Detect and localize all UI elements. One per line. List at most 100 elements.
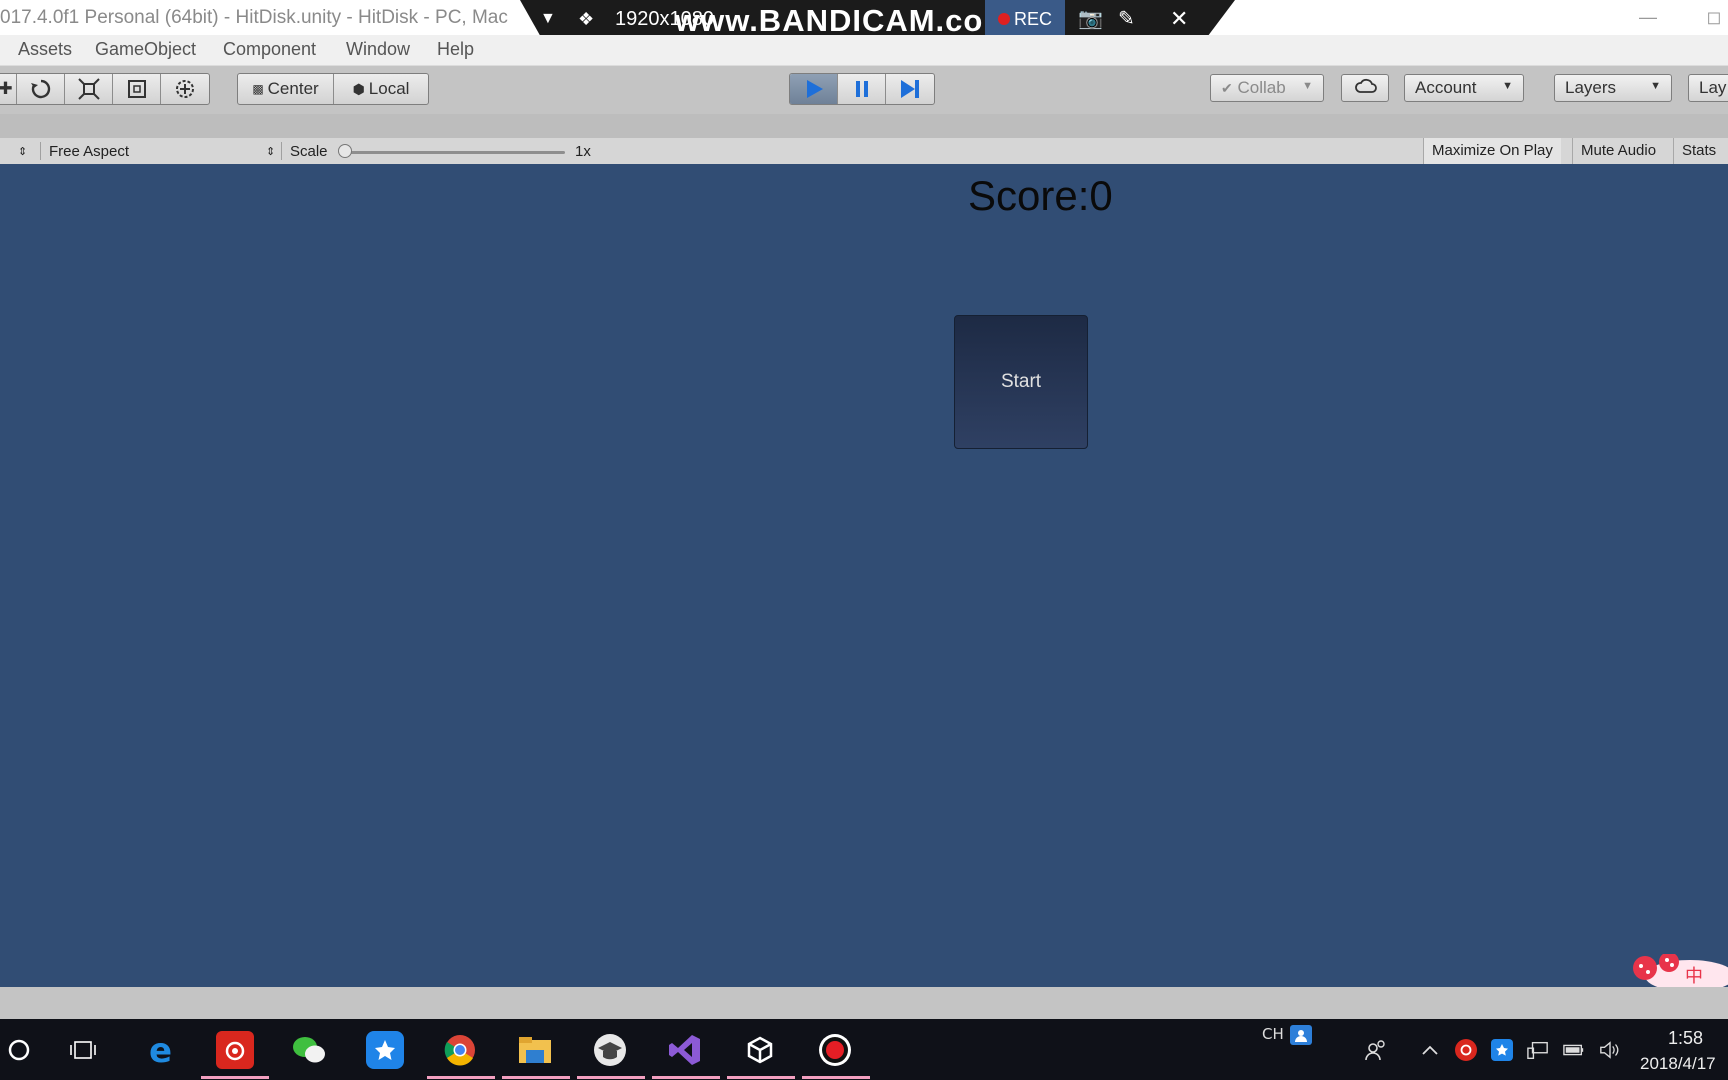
network-icon[interactable] xyxy=(1527,1039,1549,1061)
battery-icon[interactable] xyxy=(1563,1039,1585,1061)
space-local-button[interactable]: ⬢ Local xyxy=(334,74,428,104)
rec-label: REC xyxy=(1013,9,1052,29)
pivot-icon: ▩ xyxy=(252,82,264,96)
move-tool-icon[interactable]: ✚ xyxy=(0,74,17,104)
maximize-icon[interactable]: ◻ xyxy=(1696,4,1728,30)
pin-icon[interactable]: ❖ xyxy=(578,0,594,38)
cloud-button[interactable] xyxy=(1341,74,1389,102)
check-circle-icon: ✔ xyxy=(1221,80,1233,96)
scale-label: Scale xyxy=(290,143,328,160)
bandicam-icon[interactable] xyxy=(816,1031,854,1069)
cortana-icon[interactable] xyxy=(0,1031,38,1069)
chevron-up-icon[interactable] xyxy=(1419,1039,1441,1061)
close-icon[interactable]: ✕ xyxy=(1170,0,1188,38)
layers-dropdown[interactable]: Layers ▼ xyxy=(1554,74,1672,102)
layers-label: Layers xyxy=(1565,78,1617,97)
divider xyxy=(40,142,41,160)
rect-tool-icon[interactable] xyxy=(113,74,161,104)
cloud-icon xyxy=(1355,78,1377,93)
clock-time[interactable]: 1:58 xyxy=(1668,1028,1703,1049)
active-indicator xyxy=(201,1076,269,1079)
active-indicator xyxy=(427,1076,495,1079)
minimize-icon[interactable]: — xyxy=(1630,4,1666,30)
menu-assets[interactable]: Assets xyxy=(18,39,72,60)
clock-date[interactable]: 2018/4/17 xyxy=(1640,1054,1716,1074)
chevron-down-icon: ▼ xyxy=(1502,80,1513,92)
rotate-tool-icon[interactable] xyxy=(17,74,65,104)
window-title: 017.4.0f1 Personal (64bit) - HitDisk.uni… xyxy=(0,7,508,28)
transform-tool-icon[interactable] xyxy=(161,74,209,104)
layout-label: Lay xyxy=(1699,78,1727,97)
account-dropdown[interactable]: Account ▼ xyxy=(1404,74,1524,102)
collab-dropdown[interactable]: ✔ Collab ▼ xyxy=(1210,74,1324,102)
wechat-icon[interactable] xyxy=(290,1031,328,1069)
chevron-down-icon: ▼ xyxy=(1302,80,1313,92)
scale-slider-track[interactable] xyxy=(340,151,565,154)
active-indicator xyxy=(577,1076,645,1079)
step-icon[interactable] xyxy=(886,74,934,104)
rec-button[interactable]: REC xyxy=(985,0,1065,38)
people-icon[interactable] xyxy=(1365,1039,1387,1061)
cube-icon: ⬢ xyxy=(352,80,365,97)
unity-icon[interactable] xyxy=(741,1031,779,1069)
edu-icon[interactable] xyxy=(591,1031,629,1069)
pencil-icon[interactable]: ✎ xyxy=(1118,0,1135,38)
chrome-icon[interactable] xyxy=(441,1031,479,1069)
scale-slider-handle[interactable] xyxy=(338,144,352,158)
menu-gameobject[interactable]: GameObject xyxy=(95,39,196,60)
play-icon[interactable] xyxy=(790,74,838,104)
menu-component[interactable]: Component xyxy=(223,39,316,60)
netease-tray-icon[interactable] xyxy=(1455,1039,1477,1061)
volume-icon[interactable] xyxy=(1599,1039,1621,1061)
scale-tool-icon[interactable] xyxy=(65,74,113,104)
chevron-down-icon[interactable]: ▼ xyxy=(540,0,556,38)
pause-icon[interactable] xyxy=(838,74,886,104)
input-language-indicator[interactable]: CH xyxy=(1262,1025,1284,1043)
active-indicator xyxy=(802,1076,870,1079)
pivot-center-button[interactable]: ▩ Center xyxy=(238,74,334,104)
start-label: Start xyxy=(1000,371,1042,392)
svg-text:e: e xyxy=(149,1034,172,1066)
maximize-on-play-toggle[interactable]: Maximize On Play xyxy=(1423,138,1561,164)
collab-label: Collab xyxy=(1237,78,1286,97)
transform-tools: ✚ xyxy=(0,73,210,105)
display-dropdown-icon[interactable]: ⇕ xyxy=(18,145,27,158)
active-indicator xyxy=(727,1076,795,1079)
mute-audio-toggle[interactable]: Mute Audio xyxy=(1572,138,1664,164)
record-dot-icon xyxy=(997,13,1010,25)
aspect-dropdown[interactable]: Free Aspect xyxy=(49,143,129,160)
edge-icon[interactable]: e xyxy=(143,1031,181,1069)
pivot-space-group: ▩ Center ⬢ Local xyxy=(237,73,429,105)
toolbar: ✚ ▩Center ⬢Local xyxy=(0,66,1728,114)
layout-dropdown[interactable]: Lay xyxy=(1688,74,1728,102)
ime-mode-label: 中 xyxy=(1685,966,1703,987)
netease-music-icon[interactable] xyxy=(216,1031,254,1069)
game-viewport: Score:0 Start 中 xyxy=(0,164,1728,992)
space-label: Local xyxy=(368,79,410,98)
status-bar xyxy=(0,987,1728,1019)
start-button[interactable]: Start xyxy=(954,315,1088,449)
bandicam-overlay: ▼ ❖ 1920x1080 www.BANDICAM.com REC 📷 ✎ ✕ xyxy=(520,0,1235,38)
baidu-tray-icon[interactable] xyxy=(1491,1039,1513,1061)
menu-help[interactable]: Help xyxy=(437,39,474,60)
chevron-down-icon: ▼ xyxy=(1650,80,1661,92)
file-explorer-icon[interactable] xyxy=(516,1031,554,1069)
bow-icon xyxy=(1633,952,1728,992)
account-label: Account xyxy=(1415,78,1477,97)
task-view-icon[interactable] xyxy=(64,1031,102,1069)
play-controls xyxy=(789,73,935,105)
visual-studio-icon[interactable] xyxy=(666,1031,704,1069)
game-view-toolbar: ⇕ Free Aspect ⇕ Scale 1x Maximize On Pla… xyxy=(0,138,1728,165)
active-indicator xyxy=(502,1076,570,1079)
taskbar: e CH 1:58 2018/4/17 xyxy=(0,1019,1728,1080)
ime-widget[interactable]: 中 xyxy=(1625,952,1728,992)
pivot-label: Center xyxy=(267,79,319,98)
menu-bar: Assets GameObject Component Window Help xyxy=(0,35,1728,66)
baidu-netdisk-icon[interactable] xyxy=(366,1031,404,1069)
scale-value: 1x xyxy=(575,143,591,160)
user-badge-icon[interactable] xyxy=(1290,1025,1312,1045)
menu-window[interactable]: Window xyxy=(346,39,410,60)
camera-icon[interactable]: 📷 xyxy=(1078,0,1103,38)
divider xyxy=(281,142,282,160)
stats-toggle[interactable]: Stats xyxy=(1673,138,1724,164)
